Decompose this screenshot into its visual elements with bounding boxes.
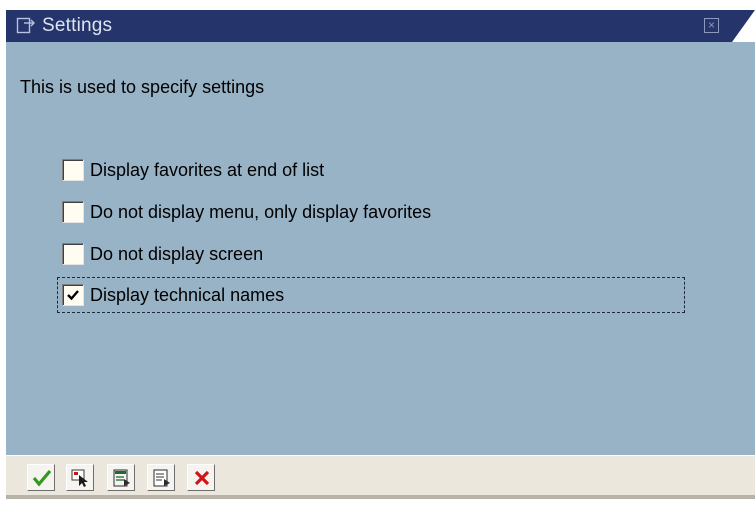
continue-button[interactable] bbox=[27, 464, 55, 491]
dialog-description: This is used to specify settings bbox=[20, 77, 265, 97]
settings-popup-icon bbox=[16, 17, 36, 35]
checkmark-icon bbox=[67, 290, 79, 301]
option-favorites-at-end[interactable]: Display favorites at end of list bbox=[58, 153, 324, 187]
option-label: Display technical names bbox=[90, 285, 285, 305]
toolbar-shadow bbox=[6, 495, 755, 499]
choose-button[interactable] bbox=[66, 464, 94, 491]
checkbox-favorites-at-end[interactable] bbox=[62, 159, 84, 181]
option-label: Do not display menu, only display favori… bbox=[90, 202, 432, 222]
option-technical-names[interactable]: Display technical names bbox=[57, 277, 685, 313]
option-label: Do not display screen bbox=[90, 244, 264, 264]
close-icon[interactable]: × bbox=[704, 18, 719, 33]
title-bar[interactable]: Settings × bbox=[6, 10, 732, 42]
save-settings-button[interactable] bbox=[107, 464, 135, 491]
title-bar-tail bbox=[732, 10, 755, 42]
document-save-icon bbox=[113, 469, 130, 487]
dialog-title: Settings bbox=[42, 15, 113, 36]
checkbox-technical-names[interactable] bbox=[62, 284, 84, 306]
option-only-favorites[interactable]: Do not display menu, only display favori… bbox=[58, 195, 431, 229]
red-cancel-x-icon bbox=[194, 470, 210, 486]
settings-dialog: Settings × This is used to specify setti… bbox=[0, 0, 755, 517]
dialog-toolbar bbox=[6, 455, 755, 496]
checkbox-only-favorites[interactable] bbox=[62, 201, 84, 223]
dialog-body: This is used to specify settings Display… bbox=[6, 42, 755, 455]
cancel-button[interactable] bbox=[187, 464, 215, 491]
option-no-screen[interactable]: Do not display screen bbox=[58, 237, 263, 271]
select-cursor-icon bbox=[71, 469, 88, 487]
document-open-icon bbox=[153, 469, 170, 487]
open-settings-button[interactable] bbox=[147, 464, 175, 491]
checkbox-no-screen[interactable] bbox=[62, 243, 84, 265]
green-checkmark-icon bbox=[32, 469, 52, 487]
option-label: Display favorites at end of list bbox=[90, 160, 325, 180]
